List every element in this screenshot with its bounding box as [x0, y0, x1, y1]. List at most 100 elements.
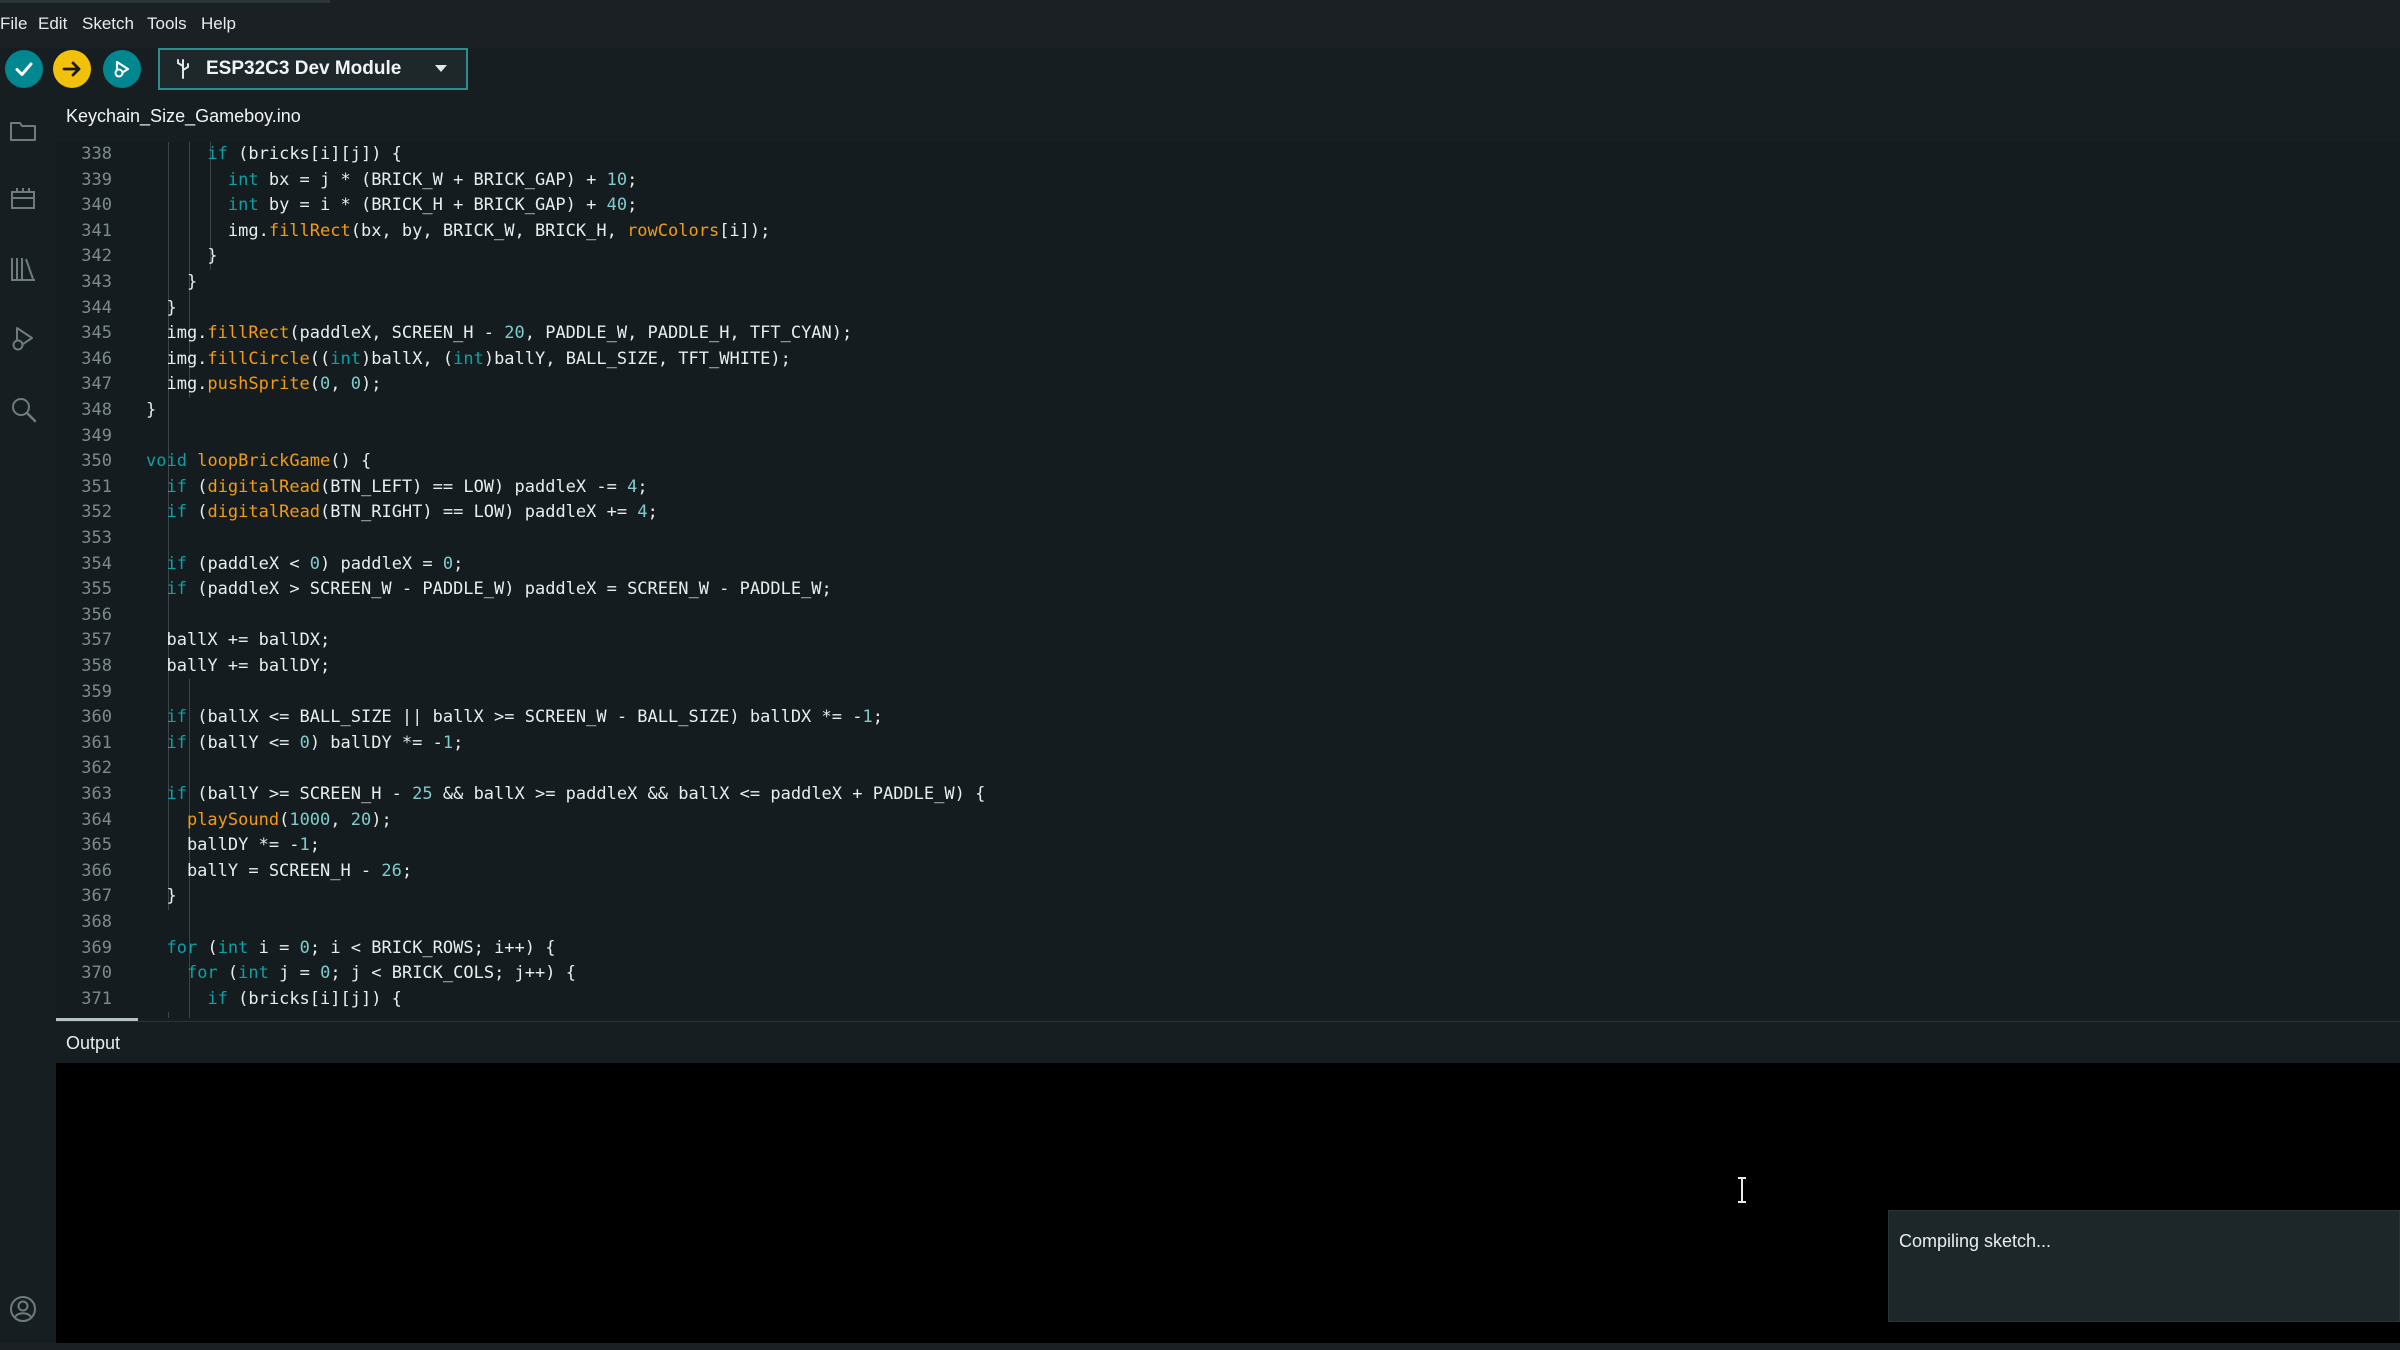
- code-token: );: [371, 809, 392, 830]
- code-token: 0: [442, 553, 454, 574]
- code-token: int: [453, 348, 484, 369]
- menu-edit[interactable]: Edit: [38, 14, 67, 34]
- code-token: int: [217, 937, 249, 958]
- code-token: }: [146, 272, 198, 292]
- debug-icon[interactable]: [8, 324, 38, 354]
- code-text: if (bricks[i][j]) {: [146, 987, 401, 1013]
- code-token: int: [330, 348, 361, 369]
- code-token: int: [227, 195, 259, 216]
- code-token: i =: [248, 937, 300, 958]
- code-token: (paddleX > SCREEN_W - PADDLE_W) paddleX …: [186, 579, 832, 600]
- verify-button[interactable]: [5, 50, 43, 88]
- code-token: && ballX >= paddleX && ballX <= paddleX …: [432, 784, 986, 804]
- line-number: 359: [81, 681, 112, 702]
- code-token: 0: [320, 963, 331, 984]
- text-cursor-icon: [1738, 1177, 1746, 1203]
- debug-icon: [114, 60, 130, 78]
- code-token: by = i * (BRICK_H + BRICK_GAP) +: [258, 195, 607, 216]
- code-token: ;: [872, 707, 883, 728]
- code-token: (paddleX <: [186, 553, 310, 574]
- line-number: 349: [81, 425, 112, 446]
- menu-sketch[interactable]: Sketch: [82, 14, 134, 34]
- board-icon[interactable]: [8, 184, 38, 214]
- code-line: 350 void loopBrickGame() {: [56, 449, 2400, 475]
- code-text: playSound(1000, 20);: [146, 808, 392, 834]
- board-selector[interactable]: ESP32C3 Dev Module: [158, 48, 468, 90]
- code-token: digitalRead: [207, 502, 321, 523]
- code-line: 351 if (digitalRead(BTN_LEFT) == LOW) pa…: [56, 475, 2400, 501]
- code-line: 361 if (ballY <= 0) ballDY *= -1;: [56, 731, 2400, 757]
- code-token: (: [186, 502, 208, 523]
- code-line: 370 for (int j = 0; j < BRICK_COLS; j++)…: [56, 961, 2400, 987]
- code-token: img.: [146, 220, 269, 241]
- account-icon[interactable]: [8, 1294, 38, 1324]
- code-token: (bx, by, BRICK_W, BRICK_H,: [350, 220, 628, 241]
- code-token: ,: [330, 809, 351, 830]
- code-token: ;: [309, 835, 321, 856]
- menu-help[interactable]: Help: [201, 14, 236, 34]
- board-name: ESP32C3 Dev Module: [206, 58, 402, 79]
- code-text: for (int i = 0; i < BRICK_ROWS; i++) {: [146, 936, 555, 962]
- upload-button[interactable]: [53, 50, 91, 88]
- code-token: }: [146, 297, 177, 318]
- library-icon[interactable]: [8, 254, 38, 284]
- line-number: 351: [81, 476, 112, 497]
- code-text: ballY = SCREEN_H - 26;: [146, 859, 412, 885]
- code-text: for (int j = 0; j < BRICK_COLS; j++) {: [146, 961, 576, 987]
- code-token: fillRect: [207, 323, 290, 344]
- usb-icon: [177, 59, 189, 79]
- code-line: 349: [56, 424, 2400, 450]
- code-line: 359: [56, 680, 2400, 706]
- code-text: if (bricks[i][j]) {: [146, 142, 401, 168]
- tab-keychain-size-gameboy[interactable]: Keychain_Size_Gameboy.ino: [66, 106, 301, 127]
- code-token: (ballX <= BALL_SIZE || ballX >= SCREEN_W…: [186, 707, 863, 728]
- code-token: for: [186, 963, 218, 984]
- code-text: int bx = j * (BRICK_W + BRICK_GAP) + 10;: [146, 168, 637, 194]
- code-token: (ballY <=: [186, 732, 300, 753]
- code-text: if (ballY >= SCREEN_H - 25 && ballX >= p…: [146, 782, 985, 808]
- code-token: if: [166, 707, 187, 728]
- line-number: 352: [81, 502, 112, 523]
- menu-file[interactable]: File: [0, 14, 27, 34]
- code-line: 348}: [56, 398, 2400, 424]
- code-token: pushSprite: [207, 374, 310, 395]
- line-number: 355: [81, 579, 112, 600]
- code-token: ;: [401, 860, 413, 881]
- line-number: 356: [81, 604, 112, 625]
- search-icon[interactable]: [8, 394, 38, 424]
- code-text: ballDY *= -1;: [146, 833, 320, 859]
- line-number: 348: [81, 400, 112, 420]
- code-line: 358 ballY += ballDY;: [56, 654, 2400, 680]
- code-line: 371 if (bricks[i][j]) {: [56, 987, 2400, 1013]
- code-token: ; j < BRICK_COLS; j++) {: [330, 963, 576, 984]
- code-text: }: [146, 296, 177, 322]
- code-token: ;: [637, 476, 648, 497]
- code-line: 367 }: [56, 884, 2400, 910]
- code-token: 1: [862, 707, 873, 728]
- code-line: 360 if (ballX <= BALL_SIZE || ballX >= S…: [56, 705, 2400, 731]
- code-token: if: [166, 553, 187, 574]
- code-text: img.fillCircle((int)ballX, (int)ballY, B…: [146, 347, 790, 373]
- code-token: () {: [330, 451, 372, 472]
- notification-text: Compiling sketch...: [1899, 1231, 2052, 1251]
- code-text: ballX += ballDX;: [146, 628, 330, 654]
- code-line: 363 if (ballY >= SCREEN_H - 25 && ballX …: [56, 782, 2400, 808]
- code-text: }: [146, 244, 217, 270]
- code-token: if: [166, 732, 187, 753]
- code-text: void loopBrickGame() {: [146, 449, 371, 475]
- line-number: 347: [81, 374, 112, 395]
- code-token: if: [207, 988, 228, 1009]
- menu-tools[interactable]: Tools: [147, 14, 187, 34]
- debug-button[interactable]: [103, 50, 141, 88]
- code-token: rowColors: [627, 220, 720, 241]
- line-number: 345: [81, 323, 112, 344]
- line-number: 371: [81, 988, 112, 1009]
- code-editor[interactable]: 338 if (bricks[i][j]) {339 int bx = j * …: [56, 142, 2400, 1018]
- folder-icon[interactable]: [8, 116, 38, 146]
- code-token: int: [238, 963, 269, 984]
- code-line: 356: [56, 603, 2400, 629]
